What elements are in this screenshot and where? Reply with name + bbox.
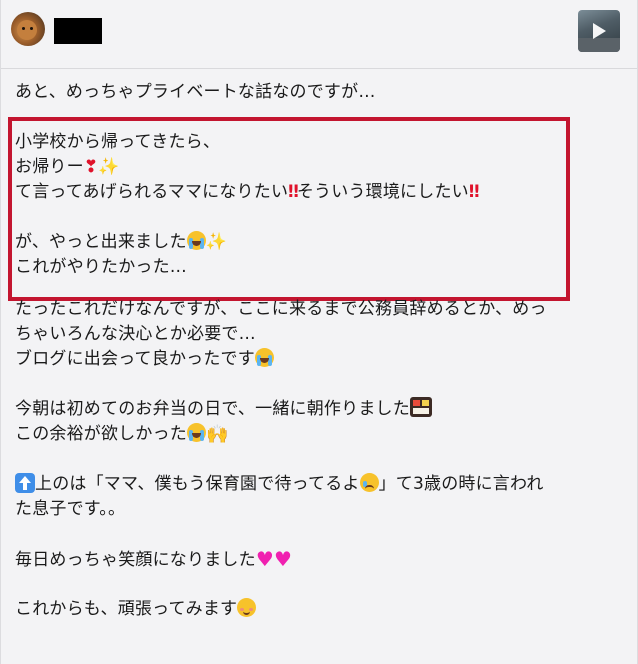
raising-hands-icon: 🙌 <box>206 424 229 445</box>
post-header <box>1 0 637 69</box>
bento-box-icon <box>409 397 432 417</box>
bento-compartment <box>412 400 420 406</box>
video-thumbnail[interactable] <box>578 10 620 52</box>
bento-compartment <box>412 408 429 414</box>
text-line: あと、めっちゃプライベートな話なのですが… <box>15 82 376 102</box>
tear-icon <box>200 430 204 441</box>
text-line: が、やっと出来ました ✨ <box>15 230 621 255</box>
loudly-crying-face-icon <box>254 348 274 367</box>
bento-compartment <box>421 400 429 406</box>
tear-icon <box>189 430 193 441</box>
double-exclamation-icon: ‼ <box>468 182 480 202</box>
double-exclamation-icon: ‼ <box>288 182 299 202</box>
text-line: 上のは「ママ、僕もう保育園で待ってるよ 」て3歳の時に言われ <box>15 472 621 497</box>
heart-exclamation-icon: ❣ <box>83 157 99 177</box>
play-icon <box>593 23 606 39</box>
post-body: あと、めっちゃプライベートな話なのですが… 小学校から帰ってきたら、 お帰りー❣… <box>15 80 621 622</box>
sparkles-icon: ✨ <box>98 157 120 177</box>
loudly-crying-face-icon <box>187 423 206 442</box>
up-arrow-icon <box>15 473 35 493</box>
sparkles-icon: ✨ <box>205 232 228 252</box>
text-line: たったこれだけなんですが、ここに来るまで公務員辞めるとか、めっ <box>15 299 547 319</box>
crying-face-icon <box>359 473 379 492</box>
text-line: 小学校から帰ってきたら、 <box>15 132 221 152</box>
tear-icon <box>267 355 272 366</box>
text-line: これからも、頑張ってみます <box>15 597 621 622</box>
text-line: 毎日めっちゃ笑顔になりました♥♥ <box>15 547 293 571</box>
tear-icon <box>362 481 367 487</box>
text-line: た息子です。。 <box>15 499 126 519</box>
blog-post-card: あと、めっちゃプライベートな話なのですが… 小学校から帰ってきたら、 お帰りー❣… <box>0 0 638 664</box>
pink-heart-icon: ♥ <box>273 547 293 571</box>
pink-heart-icon: ♥ <box>255 547 274 571</box>
author-name-redacted[interactable] <box>54 18 102 44</box>
tear-icon <box>188 238 193 249</box>
text-line: 今朝は初めてのお弁当の日で、一緒に朝作りました <box>15 397 621 422</box>
smiling-face-icon <box>237 598 257 617</box>
tear-icon <box>256 355 261 366</box>
text-line: この余裕が欲しかった 🙌 <box>15 423 229 445</box>
avatar-eye-left <box>22 27 25 30</box>
text-line: ちゃいろんな決心とか必要で… <box>15 324 256 344</box>
text-line: これがやりたかった… <box>15 257 187 277</box>
text-line: ブログに出会って良かったです <box>15 347 621 372</box>
author-avatar[interactable] <box>11 12 45 46</box>
text-line: て言ってあげられるママになりたい‼そういう環境にしたい‼ <box>15 180 621 205</box>
text-line: お帰りー❣✨ <box>15 155 621 180</box>
loudly-crying-face-icon <box>186 231 206 250</box>
tear-icon <box>199 238 204 249</box>
thumbnail-ground <box>578 38 620 52</box>
dog-face-icon <box>17 20 37 40</box>
avatar-eye-right <box>30 27 33 30</box>
